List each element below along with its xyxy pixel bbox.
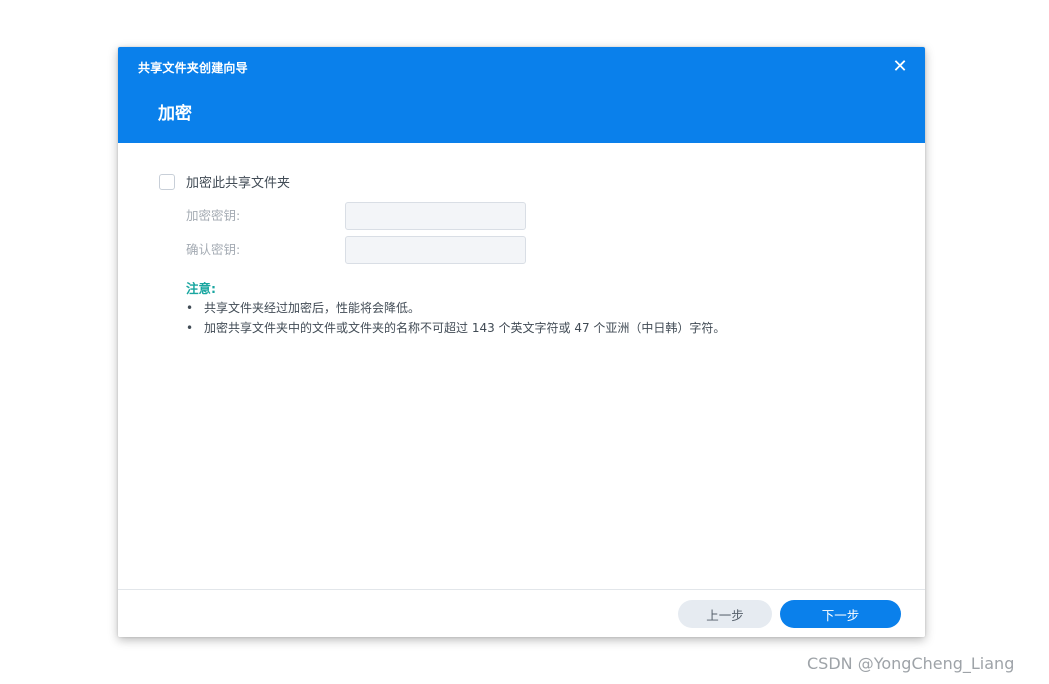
encrypt-checkbox-row[interactable]: 加密此共享文件夹 (159, 172, 290, 191)
bullet-icon: • (186, 321, 194, 335)
dialog-footer: 上一步 下一步 (118, 589, 925, 637)
watermark-text: CSDN @YongCheng_Liang (807, 654, 1015, 673)
step-title: 加密 (158, 104, 192, 124)
note-item: • 共享文件夹经过加密后，性能将会降低。 (186, 298, 725, 318)
note-item-text: 共享文件夹经过加密后，性能将会降低。 (204, 301, 421, 315)
encryption-key-input[interactable] (345, 202, 526, 230)
dialog-app-title: 共享文件夹创建向导 (138, 61, 248, 75)
note-item: • 加密共享文件夹中的文件或文件夹的名称不可超过 143 个英文字符或 47 个… (186, 318, 725, 338)
note-item-text: 加密共享文件夹中的文件或文件夹的名称不可超过 143 个英文字符或 47 个亚洲… (204, 321, 726, 335)
close-icon[interactable]: ✕ (889, 56, 911, 78)
confirm-key-label: 确认密钥: (186, 242, 241, 257)
note-list: • 共享文件夹经过加密后，性能将会降低。 • 加密共享文件夹中的文件或文件夹的名… (186, 298, 725, 338)
dialog-header: 共享文件夹创建向导 ✕ 加密 (118, 47, 925, 143)
encryption-key-label: 加密密钥: (186, 208, 241, 223)
confirm-key-input[interactable] (345, 236, 526, 264)
shared-folder-wizard-dialog: 共享文件夹创建向导 ✕ 加密 加密此共享文件夹 加密密钥: 确认密钥: 注意: … (118, 47, 925, 637)
bullet-icon: • (186, 301, 194, 315)
previous-button[interactable]: 上一步 (678, 600, 772, 628)
next-button[interactable]: 下一步 (780, 600, 901, 628)
dialog-content: 加密此共享文件夹 加密密钥: 确认密钥: 注意: • 共享文件夹经过加密后，性能… (118, 143, 925, 589)
encrypt-checkbox[interactable] (159, 173, 175, 190)
encrypt-checkbox-label[interactable]: 加密此共享文件夹 (186, 172, 290, 191)
note-title: 注意: (186, 281, 216, 296)
